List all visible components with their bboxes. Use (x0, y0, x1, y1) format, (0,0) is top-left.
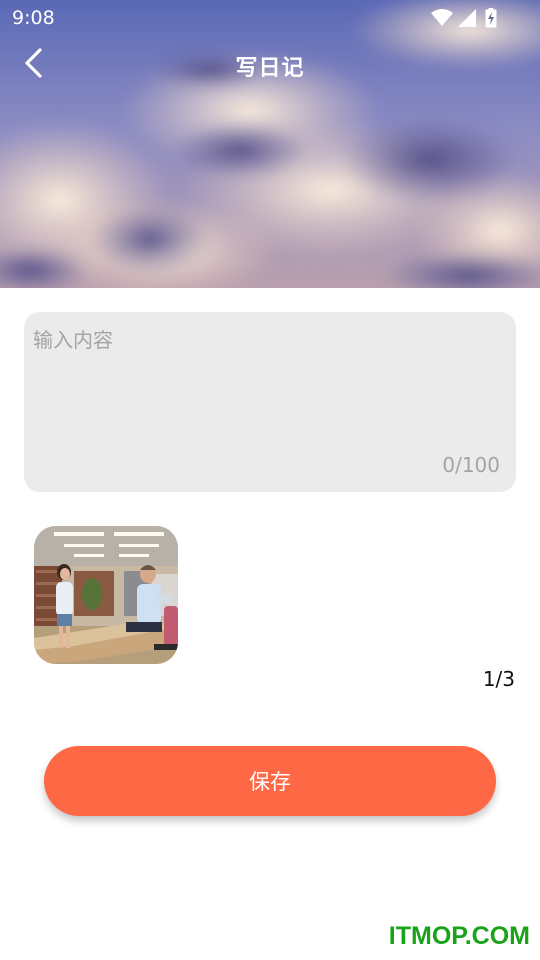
watermark-logo: ITMOP.COM (388, 922, 530, 950)
battery-charging-icon (485, 8, 497, 32)
save-button[interactable]: 保存 (44, 746, 496, 816)
content-input-box: 0/100 (24, 312, 516, 492)
photo-thumbnail[interactable] (34, 526, 178, 664)
write-diary-screen: 9:08 写日记 0/100 (0, 0, 540, 960)
wifi-icon (430, 8, 454, 32)
sky-background-image (0, 0, 540, 288)
status-icons (430, 8, 500, 28)
status-time: 9:08 (12, 7, 55, 29)
header-banner: 9:08 写日记 (0, 0, 540, 288)
photo-count: 1/3 (482, 667, 515, 691)
cellular-signal-icon (457, 8, 477, 32)
library-photo-image (34, 526, 178, 664)
page-title: 写日记 (235, 56, 305, 81)
character-counter: 0/100 (442, 453, 500, 477)
status-bar: 9:08 (0, 0, 540, 36)
